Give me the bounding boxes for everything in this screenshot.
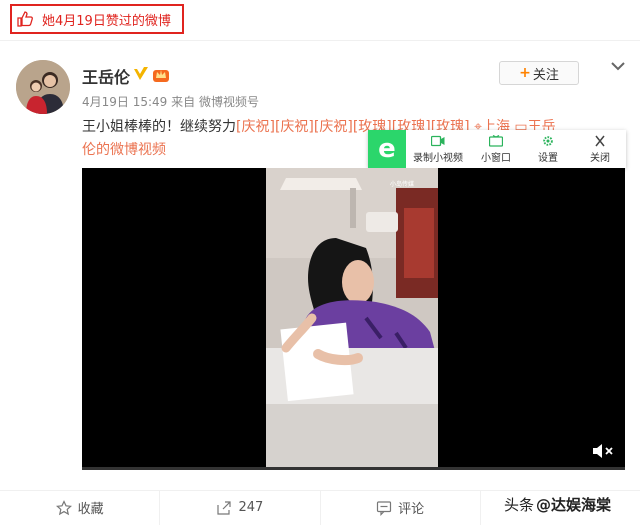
author-name[interactable]: 王岳伦 xyxy=(82,64,130,88)
mute-icon[interactable] xyxy=(591,442,615,460)
collect-button[interactable]: 收藏 xyxy=(0,490,161,525)
follow-button[interactable]: + 关注 xyxy=(499,61,579,85)
close-button[interactable]: 关闭 xyxy=(574,130,626,168)
video-player[interactable]: 小岛传媒 xyxy=(82,168,625,470)
liked-date-text: 她4月19日赞过的微博 xyxy=(42,13,171,29)
emoji-tag: [庆祝] xyxy=(236,119,275,135)
post-meta: 4月19日 15:49 来自 微博视频号 xyxy=(82,93,259,110)
timestamp[interactable]: 4月19日 15:49 xyxy=(82,95,167,109)
thumbs-up-icon xyxy=(17,11,33,27)
avatar[interactable] xyxy=(16,60,70,114)
repost-count: 247 xyxy=(238,500,264,515)
svg-text:小岛传媒: 小岛传媒 xyxy=(390,180,414,188)
emoji-tag: [庆祝] xyxy=(313,119,353,135)
watermark-platform: 头条 xyxy=(504,495,535,514)
post-source[interactable]: 来自 微博视频号 xyxy=(171,95,259,109)
collect-label: 收藏 xyxy=(77,502,104,517)
share-icon xyxy=(217,500,232,515)
settings-button[interactable]: 设置 xyxy=(522,130,574,168)
record-clip-button[interactable]: 录制小视频 xyxy=(406,130,470,168)
video-progress-track[interactable] xyxy=(82,467,625,470)
comment-button[interactable]: 评论 xyxy=(321,490,481,525)
record-clip-label: 录制小视频 xyxy=(413,152,463,164)
record-icon xyxy=(431,135,445,146)
gear-icon xyxy=(543,135,553,146)
comment-icon xyxy=(377,500,392,516)
chevron-down-icon[interactable] xyxy=(610,60,626,72)
video-frame-image: 小岛传媒 xyxy=(266,168,438,470)
repost-button[interactable]: 247 xyxy=(160,490,321,525)
emoji-tag: [庆祝] xyxy=(274,119,314,135)
video-helper-toolbar: e 录制小视频 小窗口 设置 关闭 xyxy=(368,130,626,168)
source-watermark: 头条 @达娱海棠 xyxy=(504,490,611,518)
verified-v-icon xyxy=(134,67,148,80)
post-body: 王小姐棒棒的！继续努力 xyxy=(82,119,236,135)
video-frame: 小岛传媒 xyxy=(266,168,438,470)
star-icon xyxy=(55,499,72,515)
member-crown-icon[interactable] xyxy=(152,65,170,83)
close-icon xyxy=(595,135,605,146)
comment-label: 评论 xyxy=(398,502,425,517)
divider xyxy=(0,40,640,41)
mini-window-icon xyxy=(489,134,503,147)
close-label: 关闭 xyxy=(590,152,610,164)
plus-icon: + xyxy=(519,65,531,81)
video-link-tail[interactable]: 伦的微博视频 xyxy=(82,142,166,158)
settings-label: 设置 xyxy=(538,152,558,164)
follow-label: 关注 xyxy=(532,67,559,83)
avatar-image xyxy=(16,60,70,114)
mini-window-label: 小窗口 xyxy=(481,152,511,164)
mini-window-button[interactable]: 小窗口 xyxy=(470,130,522,168)
helper-logo-icon: e xyxy=(368,130,406,168)
liked-by-banner: 她4月19日赞过的微博 xyxy=(10,4,184,34)
watermark-handle: @达娱海棠 xyxy=(536,495,612,514)
